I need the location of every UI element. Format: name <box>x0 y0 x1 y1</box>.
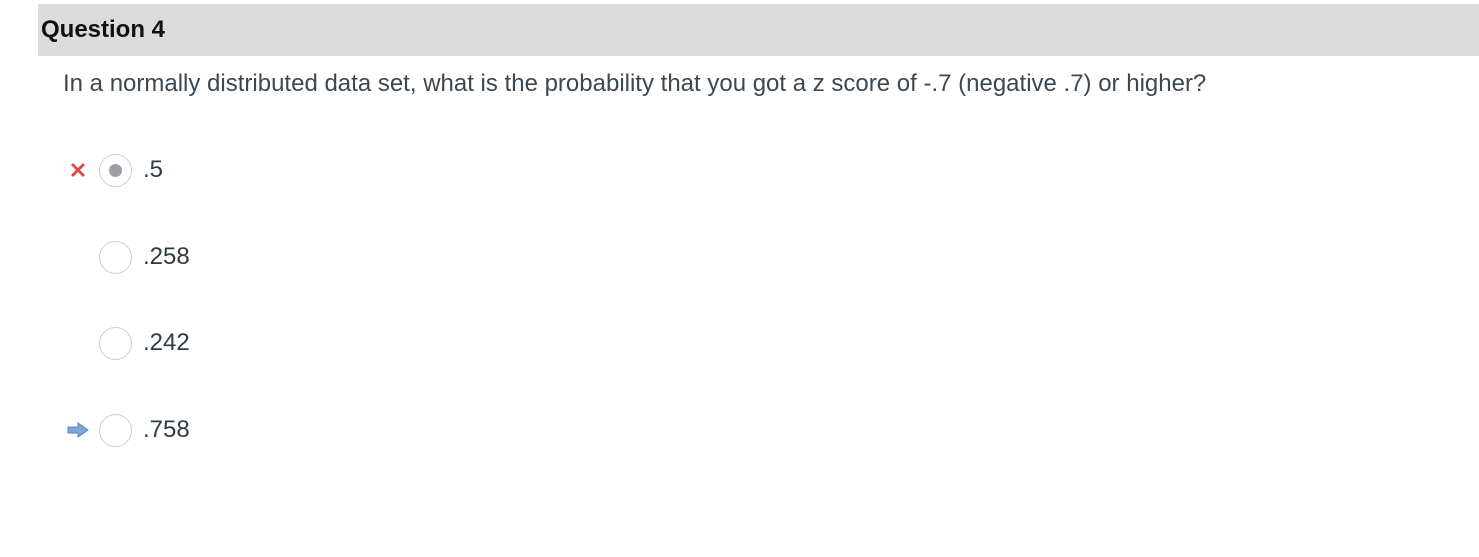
answer-label: .5 <box>143 156 164 183</box>
answer-option-2[interactable]: .258 <box>60 239 190 275</box>
incorrect-x-icon <box>60 152 96 188</box>
correct-answer-arrow-icon <box>60 412 96 448</box>
radio-button[interactable] <box>99 326 132 360</box>
answer-label: .242 <box>143 329 190 356</box>
radio-dot <box>109 163 122 177</box>
question-title: Question 4 <box>41 16 166 43</box>
answer-label: .758 <box>143 416 190 443</box>
marker-empty <box>60 239 96 275</box>
radio-button-selected[interactable] <box>99 153 132 187</box>
radio-button[interactable] <box>99 240 132 274</box>
radio-button[interactable] <box>99 413 132 447</box>
marker-empty <box>60 325 96 361</box>
answer-option-4[interactable]: .758 <box>60 412 190 448</box>
question-text: In a normally distributed data set, what… <box>63 70 1207 97</box>
question-header: Question 4 <box>38 4 1479 56</box>
answer-label: .258 <box>143 243 190 270</box>
answer-option-1[interactable]: .5 <box>60 152 163 188</box>
answer-option-3[interactable]: .242 <box>60 325 190 361</box>
